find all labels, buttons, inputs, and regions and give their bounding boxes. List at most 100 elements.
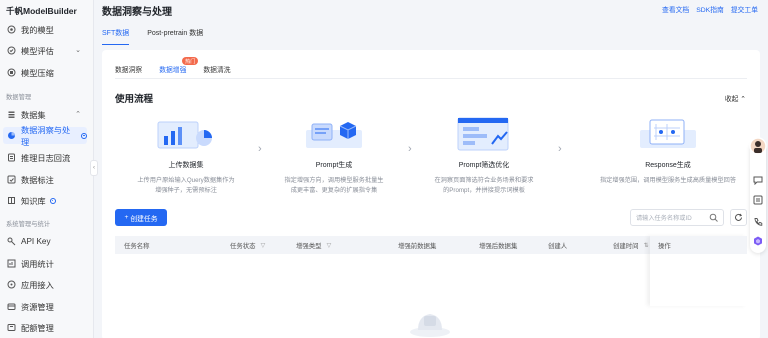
collapse-toggle[interactable]: 收起 ⌃ (725, 93, 746, 103)
sidebar-item-model-eval[interactable]: 模型评估 ⌄ (3, 42, 87, 59)
tab-data-insight[interactable]: 数据洞察 (115, 64, 142, 79)
header-links: 查看文档 SDK指南 提交工单 (662, 4, 758, 14)
sidebar-item-quota[interactable]: 配额管理 (3, 319, 87, 336)
hot-badge: 热门 (182, 57, 199, 65)
sidebar-item-label: 资源管理 (21, 302, 54, 312)
step-prompt-generate: Prompt生成 指定增强方向，调用模型服务批量生 成更丰富、更复杂的扩展指令集 (264, 116, 404, 196)
sidebar-item-label: 知识库 (21, 196, 46, 206)
brand-logo: 千帆ModelBuilder (6, 6, 77, 16)
step-desc-line: 增强种子，无需预标注 (155, 187, 217, 194)
refresh-button[interactable] (730, 209, 747, 226)
step-upload-dataset: 上传数据集 上传用户原始输入Query数据集作为 增强种子，无需预标注 (116, 116, 256, 196)
step-desc-line: 上传用户原始输入Query数据集作为 (137, 177, 235, 184)
chevron-right-icon: › (558, 143, 562, 155)
tab-sft-data[interactable]: SFT数据 (102, 28, 130, 45)
app-icon (7, 280, 16, 289)
quota-icon (7, 323, 16, 332)
sidebar-item-my-models[interactable]: 我的模型 (3, 21, 87, 38)
step-title: Response生成 (645, 162, 691, 169)
resource-icon (7, 302, 16, 311)
column-header: 增强类型 ▽ (296, 241, 331, 250)
knowledge-icon (7, 196, 16, 205)
sidebar-item-label: 数据集 (21, 110, 46, 120)
sidebar-item-inference-log[interactable]: 推理日志回流 (3, 149, 87, 166)
chevron-down-icon: ⌄ (75, 47, 81, 54)
step-desc-line: 指定增强范围，调用模型服务生成高质量模型回答 (599, 177, 737, 184)
search-icon[interactable] (709, 213, 718, 222)
ticket-link[interactable]: 提交工单 (731, 4, 758, 14)
collapse-label: 收起 (724, 96, 739, 103)
sidebar-item-label: 配额管理 (21, 323, 54, 333)
chevron-up-icon: ⌃ (740, 96, 746, 103)
sidebar-item-label: API Key (21, 237, 51, 246)
chat-icon[interactable] (753, 175, 763, 185)
sidebar-item-call-stats[interactable]: 调用统计 (3, 255, 87, 272)
column-label: 增强前数据集 (398, 243, 437, 250)
sidebar-item-label: 应用接入 (21, 280, 54, 290)
refresh-icon (735, 213, 743, 221)
sidebar-item-label: 数据标注 (21, 175, 54, 185)
divider (115, 78, 747, 79)
column-label: 任务名称 (124, 243, 150, 250)
step-desc-line: 指定增强方向，调用模型服务批量生 (284, 177, 384, 184)
sidebar-item-label: 数据洞察与处理 (21, 125, 71, 147)
column-header: 任务状态 ▽ (230, 241, 265, 250)
column-header: 操作 (650, 236, 747, 254)
column-label: 创建人 (548, 243, 568, 250)
response-grid-illustration (640, 119, 696, 148)
sidebar-item-data-label[interactable]: 数据标注 (3, 171, 87, 188)
sidebar-item-resource[interactable]: 资源管理 (3, 298, 87, 315)
sidebar-item-dataset[interactable]: 数据集 ⌃ (3, 106, 87, 123)
empty-state-illustration (410, 314, 450, 337)
step-title: Prompt生成 (315, 162, 353, 169)
content-card: 数据洞察 数据增强 数据清洗 热门 使用流程 收起 ⌃ 上传数据集 上传用户原始… (102, 50, 760, 338)
column-label: 增强后数据集 (479, 243, 518, 250)
sdk-link[interactable]: SDK指南 (696, 4, 724, 14)
step-title: Prompt筛选优化 (458, 162, 510, 169)
main-tabs: SFT数据 Post-pretrain 数据 (102, 28, 221, 45)
phone-icon[interactable] (753, 217, 763, 227)
docs-link[interactable]: 查看文档 (662, 4, 689, 14)
sidebar-item-label: 调用统计 (21, 259, 54, 269)
upload-chart-illustration (157, 121, 212, 149)
chevron-up-icon: ⌃ (75, 111, 81, 118)
step-desc: 上传用户原始输入Query数据集作为 增强种子，无需预标注 (116, 176, 256, 196)
column-header: 任务名称 (124, 241, 150, 250)
create-task-button[interactable]: + 创建任务 (115, 209, 167, 226)
key-icon (7, 237, 16, 246)
sidebar-item-label: 模型压缩 (21, 68, 54, 78)
tab-data-clean[interactable]: 数据清洗 (203, 64, 230, 79)
avatar[interactable] (749, 137, 767, 155)
new-indicator-icon (49, 197, 56, 204)
column-header: 增强后数据集 (479, 241, 517, 250)
floating-toolbar (749, 137, 767, 253)
filter-icon[interactable]: ▽ (261, 242, 266, 249)
tab-post-pretrain-data[interactable]: Post-pretrain 数据 (147, 28, 203, 45)
sidebar-item-data-insight[interactable]: 数据洞察与处理 (3, 126, 87, 147)
sidebar-item-app-access[interactable]: 应用接入 (3, 276, 87, 293)
prompt-filter-illustration (457, 117, 509, 151)
list-icon[interactable] (753, 195, 763, 205)
sidebar-item-label: 我的模型 (21, 25, 54, 35)
sort-icon[interactable]: ⇅ (644, 242, 649, 249)
tab-data-augment[interactable]: 数据增强 (159, 64, 187, 79)
ai-assistant-icon[interactable] (753, 236, 763, 246)
log-icon (7, 153, 16, 162)
step-desc-line: 成更丰富、更复杂的扩展指令集 (290, 187, 378, 194)
filter-icon[interactable]: ▽ (327, 242, 332, 249)
sidebar-item-api-key[interactable]: API Key (3, 233, 87, 250)
sidebar-collapse-handle[interactable]: ‹ (90, 160, 98, 176)
nav-group-data: 数据管理 (6, 94, 32, 101)
label-icon (7, 175, 16, 184)
column-label: 创建时间 (613, 243, 639, 250)
sub-tabs: 数据洞察 数据增强 数据清洗 (115, 64, 248, 79)
step-response-generate: Response生成 指定增强范围，调用模型服务生成高质量模型回答 (578, 116, 758, 186)
sidebar-item-model-compress[interactable]: 模型压缩 (3, 64, 87, 81)
step-desc: 指定增强方向，调用模型服务批量生 成更丰富、更复杂的扩展指令集 (264, 176, 404, 196)
sidebar: 千帆ModelBuilder 我的模型 模型评估 ⌄ 模型压缩 数据管理 数据集… (0, 0, 94, 338)
sidebar-item-knowledge[interactable]: 知识库 (3, 192, 87, 209)
column-label: 增强类型 (296, 243, 322, 250)
column-header: 创建人 (548, 241, 567, 250)
search-input[interactable]: 请输入任务名称或ID (630, 209, 724, 226)
model-icon (7, 25, 16, 34)
